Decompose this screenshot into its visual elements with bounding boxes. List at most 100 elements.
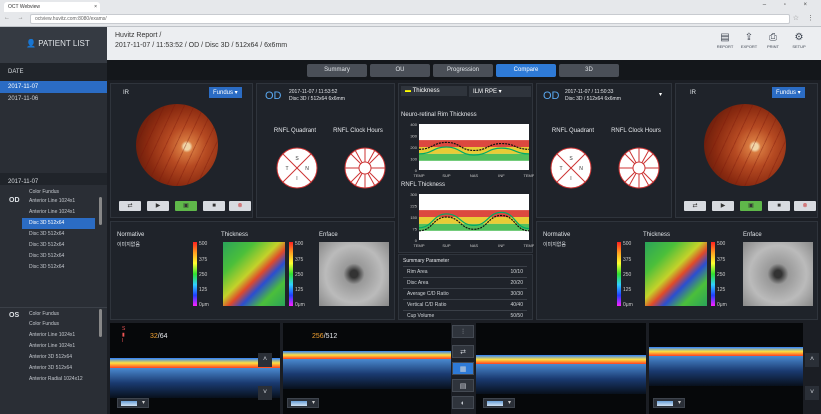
scan-counter: 32/64 xyxy=(150,333,168,340)
enface-image xyxy=(743,242,813,306)
rnfl-clock-chart xyxy=(618,147,660,189)
view-mode-select[interactable] xyxy=(653,398,685,408)
list-item[interactable]: Color Fundus xyxy=(0,319,107,330)
clear-button[interactable]: ⊗ xyxy=(794,201,816,211)
rpe-select[interactable]: ILM RPE ▾ xyxy=(469,86,531,97)
colorbar-tick: 500 xyxy=(717,241,726,247)
list-item[interactable]: Disc 3D 512x64 xyxy=(0,240,107,251)
x-tick-label: NAS xyxy=(470,243,479,248)
date-item[interactable]: 2017-11-06 xyxy=(0,93,107,105)
colorbar-tick: 375 xyxy=(199,257,208,263)
fundus-select[interactable]: Fundus ▾ xyxy=(209,87,242,98)
rnfl-quadrant-chart: SI TN xyxy=(276,147,318,189)
tab-progression[interactable]: Progression xyxy=(433,64,493,77)
overlay-button[interactable]: ▣ xyxy=(175,201,197,211)
browser-menu-icon[interactable]: ⋮ xyxy=(807,14,814,22)
thickness-map xyxy=(645,242,707,306)
print-button[interactable]: ⎙ PRINT xyxy=(761,32,785,49)
overlay-button[interactable]: ▣ xyxy=(740,201,762,211)
bookmark-star-icon[interactable]: ☆ xyxy=(793,14,799,22)
rpe-select-value: ILM RPE xyxy=(473,89,498,95)
browser-tab[interactable]: OCT Webview × xyxy=(4,2,100,12)
ir-label: IR xyxy=(690,90,696,96)
os-label: OS xyxy=(9,312,20,319)
rnfl-clock-chart xyxy=(344,147,386,189)
print-label: PRINT xyxy=(767,44,779,49)
fundus-select[interactable]: Fundus ▾ xyxy=(772,87,805,98)
thickness-select[interactable]: ▬ Thickness xyxy=(401,86,467,96)
scroll-down-button[interactable]: ˅ xyxy=(805,386,819,400)
list-item[interactable]: Anterior Line 1024x1 xyxy=(0,341,107,352)
table-row: Disc Area 20/20 xyxy=(403,277,527,288)
colormap-button[interactable]: ▦ xyxy=(452,362,474,375)
list-item[interactable]: Anterior Radial 1024x12 xyxy=(0,374,107,385)
list-item[interactable]: Color Fundus xyxy=(0,189,107,196)
list-item[interactable]: Disc 3D 512x64 xyxy=(0,251,107,262)
fundus-select-value: Fundus xyxy=(213,90,234,96)
arrows-button[interactable]: ⇄ xyxy=(684,201,706,211)
list-item[interactable]: Disc 3D 512x64 xyxy=(0,229,107,240)
setup-label: SETUP xyxy=(792,44,806,49)
scrollbar[interactable] xyxy=(99,197,102,225)
square-button[interactable]: ■ xyxy=(768,201,790,211)
rnfl-quadrant-label: RNFL Quadrant xyxy=(273,128,317,134)
view-mode-select[interactable] xyxy=(117,398,149,408)
report-button[interactable]: ▤ REPORT xyxy=(713,32,737,49)
arrows-button[interactable]: ⇄ xyxy=(119,201,141,211)
settings-sliders-button[interactable]: ⫶ xyxy=(452,325,474,338)
chart-icon: ▬ xyxy=(405,88,413,94)
clear-button[interactable]: ⊗ xyxy=(229,201,251,211)
scroll-down-button[interactable]: ˅ xyxy=(258,386,272,400)
bscan-counter-den: /512 xyxy=(323,333,338,340)
list-item[interactable]: Anterior 3D 512x64 xyxy=(0,352,107,363)
list-item[interactable]: Disc 3D 512x64 xyxy=(0,262,107,268)
square-button[interactable]: ■ xyxy=(203,201,225,211)
exam-info: 2017-11-07 / 11:50:33 Disc 3D / 512x64 6x… xyxy=(565,89,621,103)
scroll-up-button[interactable]: ˄ xyxy=(258,353,272,367)
normative-label: Normative xyxy=(543,232,571,238)
window-controls[interactable]: – ▫ × xyxy=(763,2,815,8)
flag-button[interactable]: ▶ xyxy=(147,201,169,211)
grayscale-button[interactable]: ▤ xyxy=(452,379,474,392)
setup-button[interactable]: ⚙ SETUP xyxy=(787,32,811,49)
thickness-select-value: Thickness xyxy=(412,88,440,94)
exam-protocol: Disc 3D / 512x64 6x6mm xyxy=(289,96,345,102)
export-button[interactable]: ⇪ EXPORT xyxy=(737,32,761,49)
y-tick-label: 300 xyxy=(410,192,417,197)
tab-ou[interactable]: OU xyxy=(370,64,430,77)
patient-list-button[interactable]: 👤 PATIENT LIST xyxy=(0,27,107,63)
od-title: OD xyxy=(543,90,560,102)
tab-compare[interactable]: Compare xyxy=(496,64,556,77)
list-item[interactable]: Disc 3D 512x64 xyxy=(22,218,95,229)
scrollbar[interactable] xyxy=(99,309,102,337)
colorbar-tick: 125 xyxy=(717,287,726,293)
right-od-panel: OD 2017-11-07 / 11:50:33 Disc 3D / 512x64… xyxy=(536,83,672,218)
view-mode-select[interactable] xyxy=(287,398,319,408)
scroll-up-button[interactable]: ˄ xyxy=(805,353,819,367)
list-item[interactable]: Anterior 3D 512x64 xyxy=(0,363,107,374)
tab-3d[interactable]: 3D xyxy=(559,64,619,77)
swap-button[interactable]: ⇄ xyxy=(452,345,474,358)
user-icon: 👤 xyxy=(26,39,39,48)
list-item[interactable]: Anterior Line 1024x1 xyxy=(0,330,107,341)
exam-protocol: Disc 3D / 512x64 6x6mm xyxy=(565,96,621,102)
date-item[interactable]: 2017-11-07 xyxy=(0,81,107,93)
rnfl-diagrams: SI TN xyxy=(550,147,660,189)
list-item[interactable]: Anterior Line 1024x1 xyxy=(0,207,107,218)
selected-date-header: 2017-11-07 xyxy=(0,173,107,185)
param-value: 50/50 xyxy=(510,313,523,319)
os-scan-list: OS Color Fundus Color Fundus Anterior Li… xyxy=(0,307,107,385)
tab-summary[interactable]: Summary xyxy=(307,64,367,77)
colorbar-tick: 500 xyxy=(623,241,632,247)
rnfl-thickness-chart: 300225150750TEMP SUP NAS INF TEMP xyxy=(410,192,534,248)
fundus-image xyxy=(704,104,786,186)
close-icon[interactable]: × xyxy=(94,4,97,10)
contrast-button[interactable]: ◐ xyxy=(452,396,474,409)
browser-chrome: OCT Webview × – ▫ × ← → ↻ octview.huvitz.… xyxy=(0,0,821,27)
view-mode-select[interactable] xyxy=(483,398,515,408)
exam-datetime: 2017-11-07 / 11:50:33 xyxy=(565,89,614,95)
y-tick-label: 225 xyxy=(410,204,417,209)
chevron-down-icon[interactable]: ▾ xyxy=(659,91,662,98)
flag-button[interactable]: ▶ xyxy=(712,201,734,211)
url-bar[interactable]: octview.huvitz.com:8080/exams/ xyxy=(30,14,790,24)
